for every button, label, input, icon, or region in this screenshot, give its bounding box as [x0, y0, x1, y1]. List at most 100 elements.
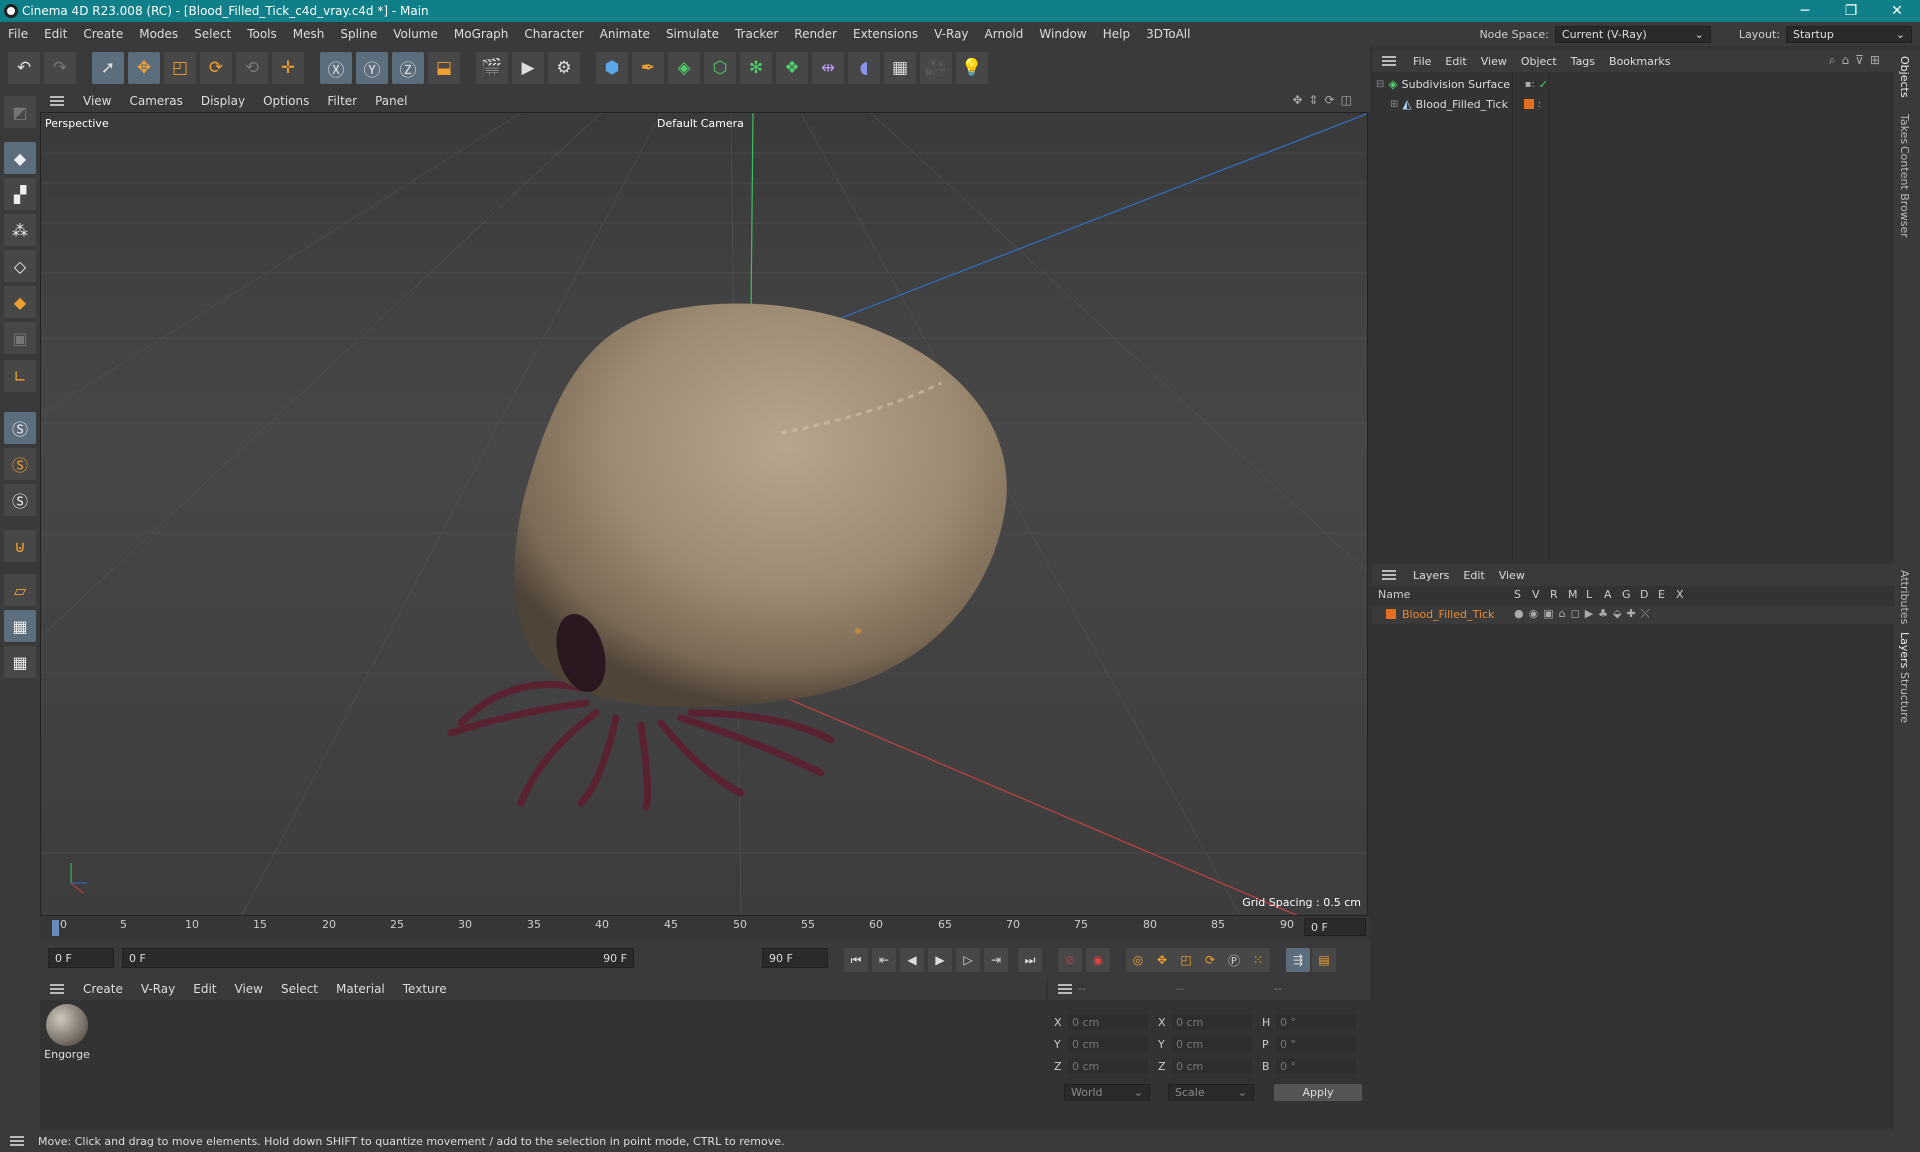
menu-spline[interactable]: Spline — [332, 27, 385, 41]
menu-3dtoall[interactable]: 3DToAll — [1138, 27, 1198, 41]
menu-tracker[interactable]: Tracker — [727, 27, 786, 41]
mat-menu-material[interactable]: Material — [327, 982, 394, 996]
node-space-dropdown[interactable]: Current (V-Ray) ⌄ — [1554, 25, 1711, 43]
hamburger-icon[interactable] — [50, 96, 64, 106]
menu-mesh[interactable]: Mesh — [285, 27, 333, 41]
tab-objects[interactable]: Objects — [1898, 56, 1911, 98]
rotate-tool-button[interactable]: ⟳ — [200, 52, 232, 84]
size-x-field[interactable]: 0 cm — [1172, 1014, 1252, 1030]
go-to-end-button[interactable]: ⏭ — [1018, 948, 1042, 972]
enabled-check-icon[interactable]: ✓ — [1539, 78, 1548, 91]
visibility-dots-icon[interactable]: : — [1538, 99, 1541, 110]
hamburger-icon[interactable] — [10, 1136, 24, 1146]
menu-character[interactable]: Character — [516, 27, 591, 41]
edge-mode-button[interactable]: ◇ — [4, 250, 36, 282]
menu-modes[interactable]: Modes — [131, 27, 186, 41]
close-button[interactable]: ✕ — [1874, 0, 1920, 22]
move-tool-button[interactable]: ✥ — [128, 52, 160, 84]
mat-menu-edit[interactable]: Edit — [184, 982, 225, 996]
tick-model[interactable] — [447, 303, 1007, 811]
go-to-start-button[interactable]: ⏮ — [844, 948, 868, 972]
vp-menu-cameras[interactable]: Cameras — [120, 94, 191, 108]
end-frame-field[interactable]: 90 F — [762, 948, 828, 968]
mat-menu-view[interactable]: View — [226, 982, 272, 996]
key-rotation-button[interactable]: ⟳ — [1198, 948, 1222, 972]
quantize-button[interactable]: Ⓢ — [4, 484, 36, 516]
autokey-button[interactable]: ◉ — [1086, 948, 1110, 972]
minimize-button[interactable]: ─ — [1782, 0, 1828, 22]
obj-menu-tags[interactable]: Tags — [1564, 55, 1602, 68]
subdivision-button[interactable]: ◈ — [668, 52, 700, 84]
key-parameter-button[interactable]: Ⓟ — [1222, 948, 1246, 972]
menu-mograph[interactable]: MoGraph — [446, 27, 517, 41]
light-button[interactable]: 💡 — [956, 52, 988, 84]
record-active-button[interactable]: ⊘ — [1058, 948, 1082, 972]
viewport-nav-icons[interactable]: ✥⇕⟳◫ — [1292, 93, 1358, 107]
vp-menu-panel[interactable]: Panel — [366, 94, 416, 108]
y-axis-lock-button[interactable]: Ⓨ — [356, 52, 388, 84]
grid-snap-button[interactable]: ▦ — [4, 610, 36, 642]
tab-layers[interactable]: Layers — [1898, 632, 1911, 668]
workplane-grid-button[interactable]: ▱ — [4, 574, 36, 606]
previous-key-button[interactable]: ⇤ — [872, 948, 896, 972]
menu-file[interactable]: File — [0, 27, 36, 41]
object-toolbar-icons[interactable]: ⌕⌂⊽⊞ — [1829, 53, 1886, 68]
menu-help[interactable]: Help — [1095, 27, 1138, 41]
menu-extensions[interactable]: Extensions — [845, 27, 926, 41]
coordinate-mode-dropdown[interactable]: Scale ⌄ — [1168, 1084, 1254, 1101]
obj-menu-object[interactable]: Object — [1514, 55, 1564, 68]
rotation-h-field[interactable]: 0 ° — [1276, 1014, 1356, 1030]
frame-range-slider[interactable]: 0 F 90 F — [122, 948, 634, 968]
viewport-camera-label[interactable]: Default Camera — [657, 117, 744, 130]
recent-tool-button[interactable]: ⟲ — [236, 52, 268, 84]
hamburger-icon[interactable] — [1058, 984, 1072, 994]
current-frame-field[interactable]: 0 F — [1304, 918, 1366, 936]
vp-menu-filter[interactable]: Filter — [318, 94, 366, 108]
point-mode-button[interactable]: ⁂ — [4, 214, 36, 246]
coordinate-system-button[interactable]: ⬓ — [428, 52, 460, 84]
polygon-mode-button[interactable]: ◆ — [4, 286, 36, 318]
menu-vray[interactable]: V-Ray — [926, 27, 976, 41]
position-x-field[interactable]: 0 cm — [1068, 1014, 1148, 1030]
layer-color-swatch[interactable] — [1523, 99, 1534, 109]
field-button[interactable]: ◖ — [848, 52, 880, 84]
hamburger-icon[interactable] — [1382, 570, 1396, 580]
hamburger-icon[interactable] — [50, 984, 64, 994]
snap-settings-button[interactable]: Ⓢ — [4, 448, 36, 480]
layer-flag-icons[interactable]: ●◉▣⌂◻▶♣⬙✚⤬ — [1514, 607, 1655, 621]
coordinate-space-dropdown[interactable]: World ⌄ — [1064, 1084, 1150, 1101]
uv-mode-button[interactable]: ▣ — [4, 322, 36, 354]
camera-button[interactable]: 🎥 — [920, 52, 952, 84]
tree-collapse-icon[interactable]: ⊟ — [1376, 79, 1384, 90]
next-frame-button[interactable]: ▷ — [956, 948, 980, 972]
menu-simulate[interactable]: Simulate — [658, 27, 727, 41]
render-settings-button[interactable]: ⚙ — [548, 52, 580, 84]
layer-menu-layers[interactable]: Layers — [1406, 569, 1456, 582]
texture-mode-button[interactable]: ▞ — [4, 178, 36, 210]
object-row[interactable]: ⊞ ◭ Blood_Filled_Tick : — [1390, 96, 1870, 112]
menu-arnold[interactable]: Arnold — [977, 27, 1032, 41]
menu-select[interactable]: Select — [186, 27, 239, 41]
floor-button[interactable]: ▦ — [884, 52, 916, 84]
size-y-field[interactable]: 0 cm — [1172, 1036, 1252, 1052]
key-scale-button[interactable]: ◰ — [1174, 948, 1198, 972]
vp-menu-options[interactable]: Options — [254, 94, 318, 108]
menu-edit[interactable]: Edit — [36, 27, 75, 41]
live-selection-button[interactable]: ➚ — [92, 52, 124, 84]
previous-frame-button[interactable]: ◀ — [900, 948, 924, 972]
mat-menu-select[interactable]: Select — [272, 982, 327, 996]
3d-viewport[interactable]: Perspective Default Camera Grid Spacing … — [40, 112, 1368, 916]
key-pla-button[interactable]: ⁙ — [1246, 948, 1270, 972]
menu-window[interactable]: Window — [1031, 27, 1094, 41]
start-frame-field[interactable]: 0 F — [48, 948, 114, 968]
locked-workplane-button[interactable]: ▦ — [4, 646, 36, 678]
obj-menu-edit[interactable]: Edit — [1438, 55, 1473, 68]
mograph-cloner-button[interactable]: ✻ — [740, 52, 772, 84]
snap-toggle-button[interactable]: Ⓢ — [4, 412, 36, 444]
layer-menu-edit[interactable]: Edit — [1456, 569, 1491, 582]
menu-tools[interactable]: Tools — [239, 27, 285, 41]
menu-volume[interactable]: Volume — [385, 27, 446, 41]
rotation-p-field[interactable]: 0 ° — [1276, 1036, 1356, 1052]
make-editable-button[interactable]: ◩ — [4, 96, 36, 128]
rotation-b-field[interactable]: 0 ° — [1276, 1058, 1356, 1074]
